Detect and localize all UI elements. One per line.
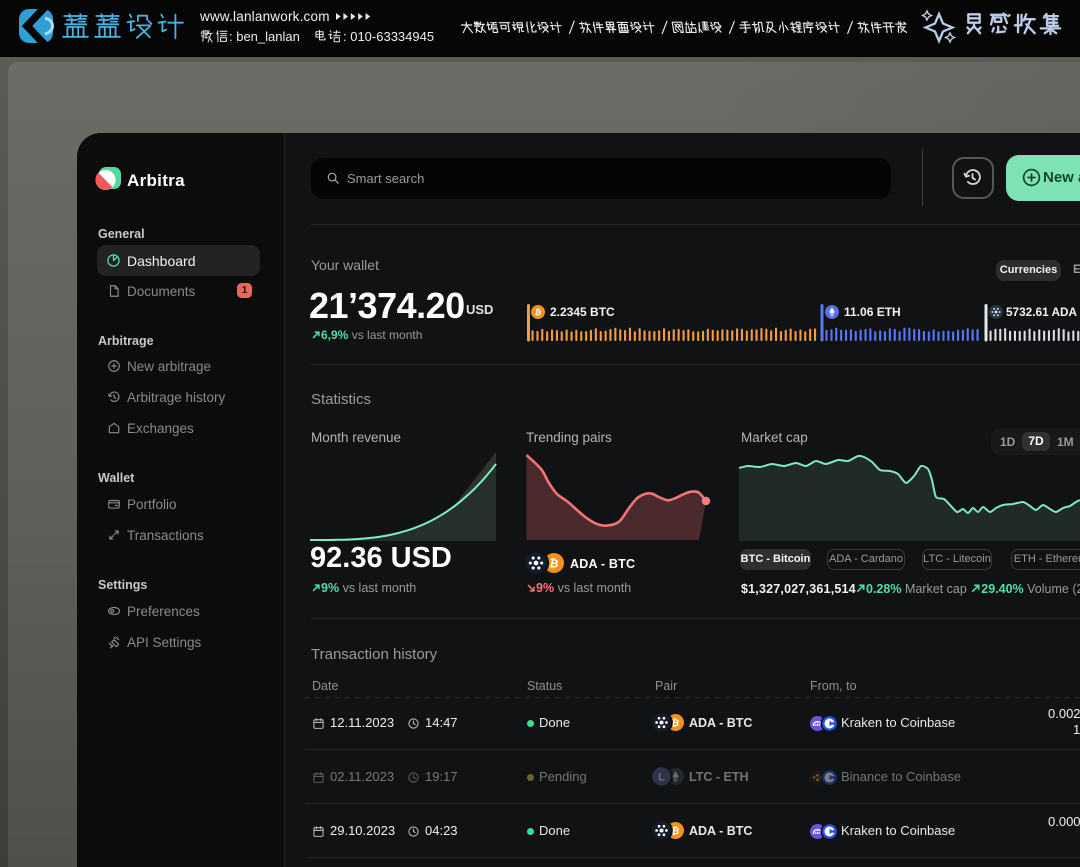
svg-text:L: L	[658, 771, 665, 783]
